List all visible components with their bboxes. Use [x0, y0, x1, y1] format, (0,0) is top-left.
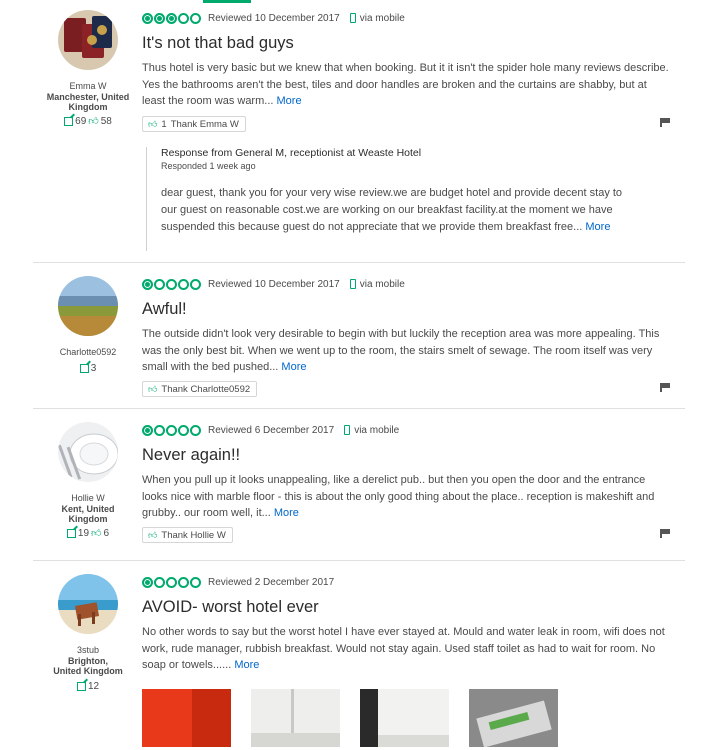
review-count-icon [66, 528, 76, 538]
review-content: Reviewed 10 December 2017 via mobile Awf… [142, 277, 672, 376]
owner-response: Response from General M, receptionist at… [146, 147, 631, 251]
more-link[interactable]: More [585, 221, 610, 233]
response-text: dear guest, thank you for your very wise… [161, 187, 623, 233]
review-title[interactable]: Never again!! [142, 445, 672, 465]
avatar[interactable] [58, 276, 118, 336]
flag-icon[interactable] [660, 118, 670, 127]
review-count: 3 [90, 363, 97, 374]
thumbs-up-icon: 👍︎ [148, 529, 158, 540]
thank-label: Thank Emma W [170, 118, 239, 130]
review-count-icon [64, 116, 74, 126]
review-date: Reviewed 10 December 2017 [208, 278, 340, 290]
more-link[interactable]: More [274, 507, 299, 519]
review-text: Thus hotel is very basic but we knew tha… [142, 62, 669, 108]
thank-button[interactable]: 👍︎ Thank Charlotte0592 [142, 381, 258, 397]
via-mobile: via mobile [359, 278, 405, 290]
member-location: Kent, United Kingdom [61, 504, 115, 524]
member-location: Manchester, United Kingdom [46, 92, 130, 112]
avatar[interactable] [58, 422, 118, 482]
member-info: Charlotte0592 3 [33, 276, 143, 374]
review-count: 12 [87, 681, 100, 692]
review-content: Reviewed 2 December 2017 AVOID- worst ho… [142, 575, 672, 748]
avatar[interactable] [58, 10, 118, 70]
review-photo[interactable] [142, 689, 231, 748]
review-count: 69 [75, 115, 87, 127]
member-counts: 12 [33, 681, 143, 692]
helpful-votes-icon: 👍︎ [88, 116, 99, 127]
review-body: Thus hotel is very basic but we knew tha… [142, 60, 672, 110]
review-photos [142, 689, 672, 748]
member-counts: 3 [33, 363, 143, 374]
more-link[interactable]: More [277, 95, 302, 107]
more-link[interactable]: More [234, 659, 259, 671]
review-meta: Reviewed 6 December 2017 via mobile [142, 423, 672, 437]
review-title[interactable]: Awful! [142, 299, 672, 319]
review-content: Reviewed 10 December 2017 via mobile It'… [142, 11, 672, 110]
review-meta: Reviewed 10 December 2017 via mobile [142, 277, 672, 291]
response-from: Response from General M, receptionist at… [161, 147, 422, 159]
review-text: When you pull up it looks unappealing, l… [142, 474, 655, 520]
member-counts: 19 👍︎ 6 [33, 527, 143, 539]
review-photo[interactable] [251, 689, 340, 748]
avatar[interactable] [58, 574, 118, 634]
member-name[interactable]: Emma W [33, 81, 143, 91]
helpful-count: 6 [103, 527, 110, 539]
review-text: No other words to say but the worst hote… [142, 626, 665, 672]
member-name[interactable]: 3stub [33, 645, 143, 655]
thumbs-up-icon: 👍︎ [148, 118, 158, 129]
rating-bubbles [142, 12, 201, 24]
mobile-icon [349, 279, 356, 289]
thank-label: Thank Charlotte0592 [161, 383, 251, 395]
thank-button[interactable]: 👍︎ 1 Thank Emma W [142, 116, 246, 132]
response-date: Responded 1 week ago [161, 161, 256, 171]
review-date: Reviewed 10 December 2017 [208, 12, 340, 24]
review-date: Reviewed 6 December 2017 [208, 424, 335, 436]
review-body: The outside didn't look very desirable t… [142, 326, 672, 376]
member-info: Emma W Manchester, United Kingdom 69 👍︎ … [33, 10, 143, 127]
thank-label: Thank Hollie W [161, 529, 226, 541]
rating-bubbles [142, 278, 201, 290]
review-meta: Reviewed 10 December 2017 via mobile [142, 11, 672, 25]
review-text: The outside didn't look very desirable t… [142, 328, 660, 374]
member-counts: 69 👍︎ 58 [33, 115, 143, 127]
review-content: Reviewed 6 December 2017 via mobile Neve… [142, 423, 672, 522]
review-count-icon [76, 682, 86, 691]
review-card: 3stub Brighton, United Kingdom 12 Review… [33, 560, 685, 750]
member-name[interactable]: Charlotte0592 [33, 347, 143, 357]
more-link[interactable]: More [281, 361, 306, 373]
review-card: Emma W Manchester, United Kingdom 69 👍︎ … [33, 0, 685, 263]
member-location: Brighton, United Kingdom [53, 656, 123, 676]
member-info: Hollie W Kent, United Kingdom 19 👍︎ 6 [33, 422, 143, 539]
mobile-icon [344, 425, 351, 435]
review-body: No other words to say but the worst hote… [142, 624, 672, 674]
review-count: 19 [77, 527, 90, 539]
flag-icon[interactable] [660, 383, 670, 392]
rating-bubbles [142, 576, 201, 588]
helpful-votes-icon: 👍︎ [91, 528, 102, 539]
review-body: When you pull up it looks unappealing, l… [142, 472, 672, 522]
review-photo[interactable] [469, 689, 558, 748]
thank-button[interactable]: 👍︎ Thank Hollie W [142, 527, 233, 543]
response-body: dear guest, thank you for your very wise… [161, 185, 631, 235]
review-meta: Reviewed 2 December 2017 [142, 575, 672, 589]
flag-icon[interactable] [660, 529, 670, 538]
review-card: Charlotte0592 3 Reviewed 10 December 201… [33, 262, 685, 409]
thank-count: 1 [161, 118, 167, 130]
review-card: Hollie W Kent, United Kingdom 19 👍︎ 6 Re… [33, 408, 685, 561]
via-mobile: via mobile [359, 12, 405, 24]
member-info: 3stub Brighton, United Kingdom 12 [33, 574, 143, 692]
rating-bubbles [142, 424, 201, 436]
review-date: Reviewed 2 December 2017 [208, 576, 335, 588]
helpful-count: 58 [100, 115, 112, 127]
review-title[interactable]: AVOID- worst hotel ever [142, 597, 672, 617]
member-name[interactable]: Hollie W [33, 493, 143, 503]
via-mobile: via mobile [354, 424, 400, 436]
review-count-icon [79, 364, 89, 373]
review-photo[interactable] [360, 689, 449, 748]
review-title[interactable]: It's not that bad guys [142, 33, 672, 53]
thumbs-up-icon: 👍︎ [148, 383, 158, 394]
mobile-icon [349, 13, 356, 23]
